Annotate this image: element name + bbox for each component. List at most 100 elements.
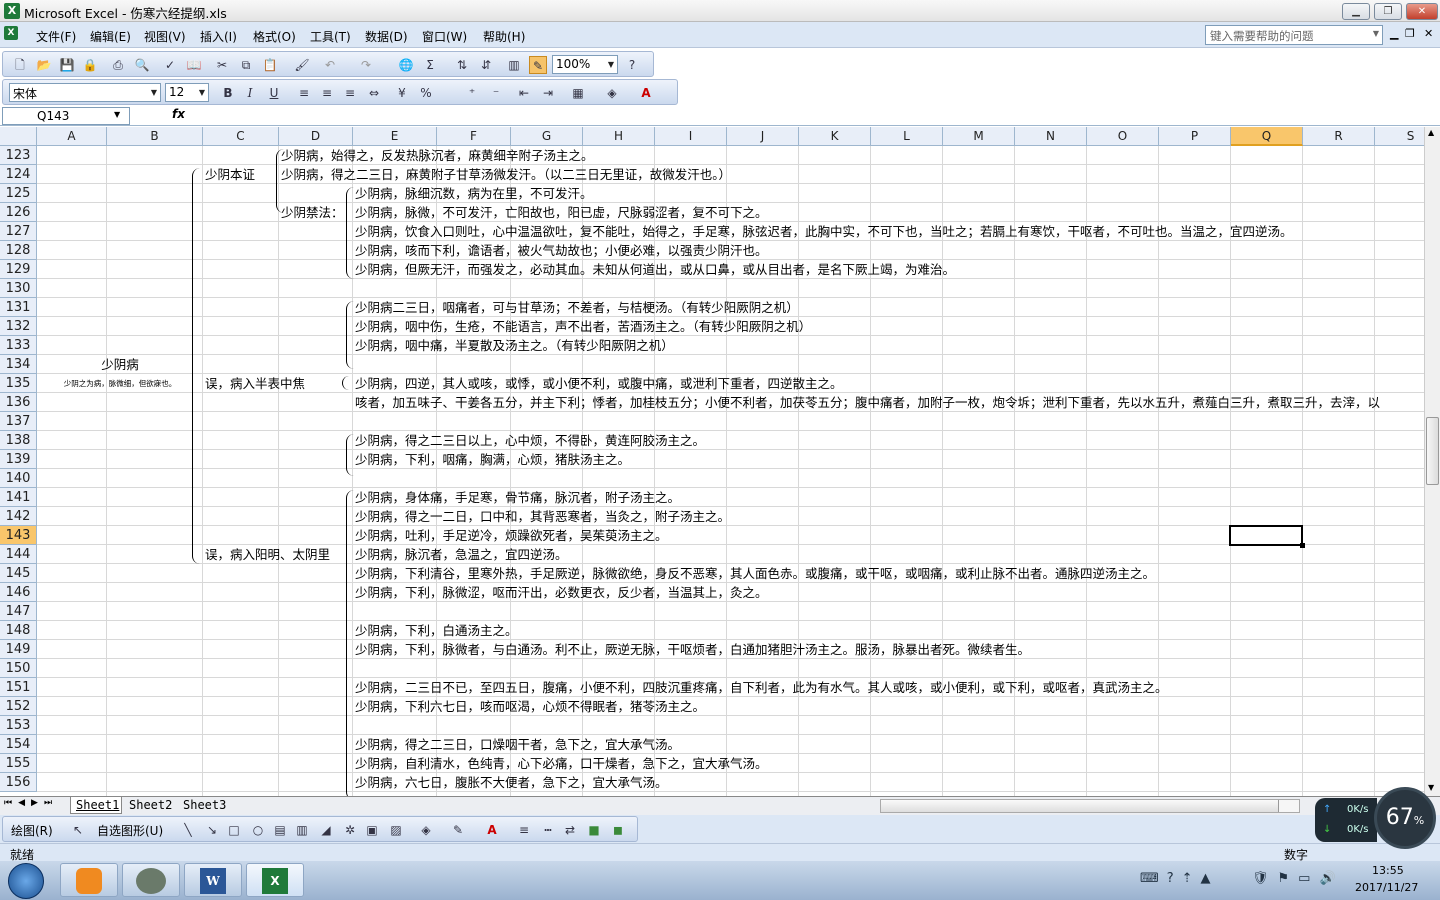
row-header[interactable]: 143 [0,526,37,545]
row-header[interactable]: 123 [0,146,37,165]
cell-text[interactable]: 少阴病 [37,355,203,374]
row-header[interactable]: 131 [0,298,37,317]
format-painter-icon[interactable]: 🖌 [293,56,311,74]
fill-color-icon[interactable]: ◈ [603,84,621,102]
wordart-icon[interactable]: ◢ [317,821,335,839]
taskbar-uc-browser[interactable] [60,863,118,897]
tab-sheet3[interactable]: Sheet3 [178,797,232,814]
doc-minimize-button[interactable]: ▁ [1390,27,1398,40]
fill-color-draw-icon[interactable]: ◈ [417,821,435,839]
row-header[interactable]: 132 [0,317,37,336]
cell-text[interactable]: 少阴病，吐利，手足逆冷，烦躁欲死者，吴茱萸汤主之。 [355,526,668,545]
menu-window[interactable]: 窗口(W) [422,28,467,45]
clock-time[interactable]: 13:55 [1372,864,1404,877]
cell-text[interactable]: 少阴病，下利，咽痛，胸满，心烦，猪肤汤主之。 [355,450,630,469]
column-header[interactable]: P [1159,127,1231,146]
doc-restore-button[interactable]: ❐ [1405,27,1415,40]
column-header[interactable]: A [37,127,107,146]
hyperlink-icon[interactable]: 🌐 [397,56,415,74]
percent-button[interactable]: % [417,84,435,102]
column-header[interactable]: C [203,127,279,146]
font-size-select[interactable]: 12 ▼ [165,83,209,102]
cell-text[interactable]: 误，病入半表中焦 [205,374,305,393]
cell-text[interactable]: 少阴病，二三日不已，至四五日，腹痛，小便不利，四肢沉重疼痛，自下利者，此为有水气… [355,678,1168,697]
clock-date[interactable]: 2017/11/27 [1355,881,1418,894]
row-header[interactable]: 149 [0,640,37,659]
cell-text[interactable]: 少阴禁法： [281,203,344,222]
taskbar-excel[interactable]: X [246,863,304,897]
row-header[interactable]: 136 [0,393,37,412]
cell-text[interactable]: 少阴病，但厥无汗，而强发之，必动其血。未知从何道出，或从口鼻，或从目出者，是名下… [355,260,955,279]
cell-text[interactable]: 误，病入阳明、太阴里 [205,545,330,564]
draw-menu[interactable]: 绘图(R) [11,822,53,839]
row-header[interactable]: 125 [0,184,37,203]
redo-icon[interactable]: ↷ [357,56,375,74]
cell-text[interactable]: 少阴病，下利清谷，里寒外热，手足厥逆，脉微欲绝，身反不恶寒，其人面色赤。或腹痛，… [355,564,1155,583]
help-icon[interactable]: ? [623,56,641,74]
cut-icon[interactable]: ✂ [213,56,231,74]
bold-button[interactable]: B [219,84,237,102]
row-header[interactable]: 152 [0,697,37,716]
worksheet-grid[interactable]: 123 少阴病，始得之，反发热脉沉者，麻黄细辛附子汤主之。 124 少阴本证 少阴病，得… [0,146,1424,796]
cell-text[interactable]: 少阴病，下利六七日，咳而呕渴，心烦不得眠者，猪苓汤主之。 [355,697,705,716]
line-icon[interactable]: ╲ [179,821,197,839]
sort-descending-icon[interactable]: ⇵ [477,56,495,74]
row-header[interactable]: 151 [0,678,37,697]
menu-tools[interactable]: 工具(T) [310,28,351,45]
restore-button[interactable]: ❐ [1374,3,1402,20]
cell-text[interactable]: 少阴病，身体痛，手足寒，骨节痛，脉沉者，附子汤主之。 [355,488,680,507]
underline-button[interactable]: U [265,84,283,102]
cell-text[interactable]: 少阴病，饮食入口则吐，心中温温欲吐，复不能吐，始得之，手足寒，脉弦迟者，此胸中实… [355,222,1293,241]
tab-sheet1[interactable]: Sheet1 [70,797,122,814]
row-header[interactable]: 134 [0,355,37,374]
vertical-scroll-thumb[interactable] [1426,417,1439,485]
rectangle-icon[interactable]: □ [225,821,243,839]
line-color-icon[interactable]: ✎ [449,821,467,839]
autoshapes-menu[interactable]: 自选图形(U) [97,822,163,839]
research-icon[interactable]: 📖 [185,56,203,74]
cell-text[interactable]: 少阴病二三日，咽痛者，可与甘草汤；不差者，与桔梗汤。（有转少阳厥阴之机） [355,298,799,317]
row-header[interactable]: 144 [0,545,37,564]
shadow-icon[interactable]: ■ [585,821,603,839]
3d-style-icon[interactable]: ◼ [609,821,627,839]
new-icon[interactable]: 🗋 [11,56,29,74]
align-center-icon[interactable]: ≡ [318,84,336,102]
row-header[interactable]: 147 [0,602,37,621]
column-header[interactable]: F [437,127,511,146]
help-search-input[interactable]: 键入需要帮助的问题 ▼ [1205,25,1383,45]
cell-text[interactable]: 少阴病，脉微，不可发汗，亡阳故也，阳已虚，尺脉弱涩者，复不可下之。 [355,203,768,222]
currency-icon[interactable]: ¥ [393,84,411,102]
print-preview-icon[interactable]: 🔍 [133,56,151,74]
menu-file[interactable]: 文件(F) [36,28,76,45]
row-header[interactable]: 154 [0,735,37,754]
open-icon[interactable]: 📂 [35,56,53,74]
taskbar-image-viewer[interactable] [122,863,180,897]
select-objects-icon[interactable]: ↖ [69,821,87,839]
row-header[interactable]: 129 [0,260,37,279]
row-header[interactable]: 140 [0,469,37,488]
cell-text[interactable]: 少阴病，自利清水，色纯青，心下必痛，口干燥者，急下之，宜大承气汤。 [355,754,768,773]
scroll-down-icon[interactable]: ▼ [1428,783,1434,792]
diagram-icon[interactable]: ✲ [341,821,359,839]
row-header[interactable]: 139 [0,450,37,469]
borders-icon[interactable]: ▦ [569,84,587,102]
cell-text[interactable]: 少阴病，下利，白通汤主之。 [355,621,518,640]
font-color-icon[interactable]: A [637,84,655,102]
line-style-icon[interactable]: ≡ [515,821,533,839]
name-box[interactable]: Q143 [2,107,130,125]
system-tray-icons[interactable]: ⌨?⇡▲ [1140,871,1219,886]
column-header[interactable]: N [1015,127,1087,146]
chart-wizard-icon[interactable]: ▥ [505,56,523,74]
tab-sheet2[interactable]: Sheet2 [124,797,176,814]
row-header[interactable]: 128 [0,241,37,260]
textbox-icon[interactable]: ▤ [271,821,289,839]
menu-view[interactable]: 视图(V) [144,28,186,45]
row-header[interactable]: 138 [0,431,37,450]
cell-text[interactable]: 少阴病，得之二三日，口燥咽干者，急下之，宜大承气汤。 [355,735,680,754]
row-header[interactable]: 142 [0,507,37,526]
insert-function-button[interactable]: fx [172,107,185,121]
select-all-corner[interactable] [0,127,37,146]
cell-text[interactable]: 少阴病，得之一二日，口中和，其背恶寒者，当灸之，附子汤主之。 [355,507,730,526]
font-color-draw-icon[interactable]: A [483,821,501,839]
cell-text[interactable]: 少阴病，下利，脉微者，与白通汤。利不止，厥逆无脉，干呕烦者，白通加猪胆汁汤主之。… [355,640,1030,659]
